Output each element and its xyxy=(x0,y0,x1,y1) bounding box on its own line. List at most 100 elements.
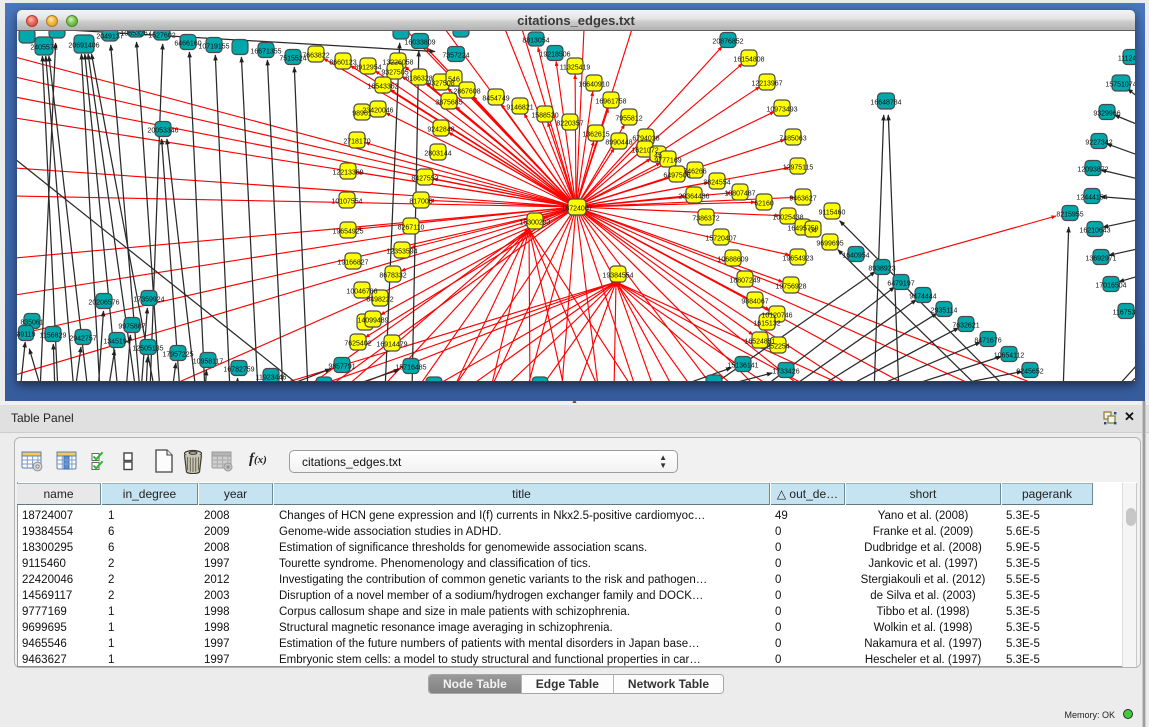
svg-text:8215955: 8215955 xyxy=(1056,211,1083,218)
svg-text:16782759: 16782759 xyxy=(223,366,254,373)
svg-text:252254: 252254 xyxy=(766,343,789,350)
svg-text:9115460: 9115460 xyxy=(819,209,846,216)
svg-text:20876852: 20876852 xyxy=(712,38,743,45)
svg-text:16154808: 16154808 xyxy=(733,56,764,63)
svg-text:12505135: 12505135 xyxy=(132,345,163,352)
svg-text:15720407: 15720407 xyxy=(705,235,736,242)
svg-text:13226058: 13226058 xyxy=(382,59,413,66)
svg-text:19218506: 19218506 xyxy=(539,51,570,58)
svg-text:10719155: 10719155 xyxy=(198,43,229,50)
svg-text:8220357: 8220357 xyxy=(556,120,583,127)
svg-text:9975887: 9975887 xyxy=(118,323,145,330)
svg-text:1640954: 1640954 xyxy=(842,252,869,259)
svg-text:12213369: 12213369 xyxy=(332,169,363,176)
svg-text:7663822: 7663822 xyxy=(302,52,329,59)
svg-text:3824554: 3824554 xyxy=(703,179,730,186)
svg-text:13692971: 13692971 xyxy=(1085,255,1116,262)
svg-text:7955812: 7955812 xyxy=(615,115,642,122)
svg-text:19654925: 19654925 xyxy=(332,228,363,235)
svg-text:817006: 817006 xyxy=(409,198,432,205)
svg-text:9857791: 9857791 xyxy=(328,363,355,370)
svg-text:9146821: 9146821 xyxy=(506,104,533,111)
svg-text:10120746: 10120746 xyxy=(761,312,792,319)
svg-text:15300293: 15300293 xyxy=(519,219,550,226)
svg-text:1345194: 1345194 xyxy=(103,338,130,345)
svg-text:20364436: 20364436 xyxy=(678,193,709,200)
svg-text:16543362: 16543362 xyxy=(367,83,398,90)
svg-text:6479197: 6479197 xyxy=(887,280,914,287)
svg-text:17359924: 17359924 xyxy=(133,296,164,303)
svg-text:8813054: 8813054 xyxy=(522,37,549,44)
svg-text:16210643: 16210643 xyxy=(1079,227,1110,234)
svg-text:2935114: 2935114 xyxy=(931,307,958,314)
svg-text:2803144: 2803144 xyxy=(424,150,451,157)
svg-text:10807487: 10807487 xyxy=(724,190,755,197)
svg-text:16648784: 16648784 xyxy=(870,99,901,106)
svg-text:7386372: 7386372 xyxy=(692,215,719,222)
svg-text:9245652: 9245652 xyxy=(1016,368,1043,375)
svg-text:9474444: 9474444 xyxy=(909,293,936,300)
svg-text:7357224: 7357224 xyxy=(442,52,469,59)
svg-text:8498222: 8498222 xyxy=(366,296,393,303)
svg-text:17957225: 17957225 xyxy=(162,351,193,358)
svg-text:16961758: 16961758 xyxy=(595,98,626,105)
svg-text:14099489: 14099489 xyxy=(357,317,388,324)
svg-text:17016504: 17016504 xyxy=(1095,282,1126,289)
svg-text:8660123: 8660123 xyxy=(329,59,356,66)
svg-text:16671355: 16671355 xyxy=(250,48,281,55)
svg-text:19384554: 19384554 xyxy=(602,272,633,279)
svg-text:9242848: 9242848 xyxy=(427,126,454,133)
svg-text:19166827: 19166827 xyxy=(337,259,368,266)
svg-text:15136141: 15136141 xyxy=(727,362,758,369)
svg-text:8990448: 8990448 xyxy=(605,139,632,146)
svg-text:16640910: 16640910 xyxy=(578,81,609,88)
svg-text:15716485: 15716485 xyxy=(395,364,426,371)
svg-text:1362615: 1362615 xyxy=(582,131,609,138)
svg-text:10958117: 10958117 xyxy=(193,358,224,365)
svg-text:10973493: 10973493 xyxy=(766,106,797,113)
svg-text:12213967: 12213967 xyxy=(751,80,782,87)
svg-text:12093872: 12093872 xyxy=(1077,166,1108,173)
svg-text:3875685: 3875685 xyxy=(435,99,462,106)
svg-text:6794028: 6794028 xyxy=(632,135,659,142)
svg-text:8912954: 8912954 xyxy=(354,64,381,71)
svg-text:12353594: 12353594 xyxy=(386,248,417,255)
svg-text:7485063: 7485063 xyxy=(779,135,806,142)
svg-text:12444154: 12444154 xyxy=(1076,194,1107,201)
svg-text:15751074: 15751074 xyxy=(1105,81,1135,88)
svg-text:20691406: 20691406 xyxy=(68,42,99,49)
svg-text:20206576: 20206576 xyxy=(88,299,119,306)
svg-text:9463627: 9463627 xyxy=(789,195,816,202)
svg-text:1588520: 1588520 xyxy=(531,112,558,119)
svg-text:62160: 62160 xyxy=(754,200,774,207)
svg-text:1733426: 1733426 xyxy=(772,368,799,375)
svg-text:9777169: 9777169 xyxy=(654,157,681,164)
svg-text:1156829: 1156829 xyxy=(40,332,67,339)
svg-text:2867608: 2867608 xyxy=(453,88,480,95)
svg-text:8938923: 8938923 xyxy=(868,265,895,272)
svg-text:20053346: 20053346 xyxy=(147,127,178,134)
svg-text:8454749: 8454749 xyxy=(482,95,509,102)
svg-text:2942757: 2942757 xyxy=(69,335,96,342)
svg-text:8471676: 8471676 xyxy=(974,337,1001,344)
svg-text:18807249: 18807249 xyxy=(729,277,760,284)
svg-text:19654923: 19654923 xyxy=(782,255,813,262)
svg-text:546: 546 xyxy=(448,76,460,83)
svg-text:1615132: 1615132 xyxy=(753,320,780,327)
svg-text:9884067: 9884067 xyxy=(741,298,768,305)
svg-text:835061: 835061 xyxy=(20,319,43,326)
svg-text:11325419: 11325419 xyxy=(560,64,591,71)
svg-text:7632621: 7632621 xyxy=(952,322,979,329)
svg-text:10654112: 10654112 xyxy=(994,352,1025,359)
svg-text:1112487: 1112487 xyxy=(1118,55,1135,62)
svg-text:39119: 39119 xyxy=(17,331,36,338)
svg-text:8678332: 8678332 xyxy=(379,272,406,279)
svg-text:10688609: 10688609 xyxy=(717,256,748,263)
svg-text:10046786: 10046786 xyxy=(346,288,377,295)
svg-text:8427552: 8427552 xyxy=(411,175,438,182)
svg-text:18724007: 18724007 xyxy=(561,205,592,212)
svg-text:9329966: 9329966 xyxy=(1093,110,1120,117)
svg-text:16033809: 16033809 xyxy=(404,39,435,46)
svg-text:9227342: 9227342 xyxy=(1085,139,1112,146)
svg-text:1167533: 1167533 xyxy=(1113,309,1135,316)
